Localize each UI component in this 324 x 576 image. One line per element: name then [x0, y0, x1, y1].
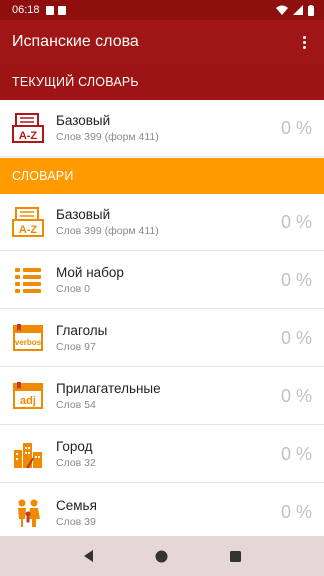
- dictionary-row-city[interactable]: Город Слов 32 0 %: [0, 426, 324, 483]
- back-triangle-icon: [83, 550, 93, 562]
- dictionary-text: Базовый Слов 399 (форм 411): [56, 206, 281, 238]
- verbos-icon: verbos: [13, 324, 43, 351]
- current-dictionary-count: Слов 399 (форм 411): [56, 131, 159, 143]
- dictionary-text: Глаголы Слов 97: [56, 322, 281, 354]
- dictionary-count: Слов 54: [56, 399, 96, 411]
- list-icon: [15, 268, 41, 293]
- dictionary-percent: 0 %: [280, 385, 312, 406]
- dictionary-text: Прилагательные Слов 54: [56, 380, 281, 412]
- a-z-icon: A-Z: [12, 113, 44, 143]
- dictionary-count: Слов 32: [56, 457, 96, 469]
- navigation-bar: [0, 536, 324, 576]
- svg-text:adj: adj: [20, 395, 36, 407]
- dictionary-name: Базовый: [56, 207, 111, 222]
- recents-square-icon: [229, 550, 241, 562]
- dictionary-count: Слов 399 (форм 411): [56, 225, 159, 237]
- home-button[interactable]: [151, 545, 173, 567]
- dictionary-row-verbs[interactable]: verbos Глаголы Слов 97 0 %: [0, 310, 324, 367]
- dictionary-percent: 0 %: [280, 269, 312, 290]
- dictionary-count: Слов 39: [56, 515, 96, 528]
- dictionary-text: Мой набор Слов 0: [56, 264, 281, 296]
- battery-icon: [308, 4, 314, 16]
- dictionary-name: Прилагательные: [56, 381, 161, 396]
- app-title: Испанские слова: [12, 33, 139, 50]
- current-dictionary-name: Базовый: [56, 113, 111, 128]
- status-bar: 06:18: [0, 0, 324, 20]
- dictionary-name: Город: [56, 439, 93, 454]
- sd-card-icon: [57, 5, 66, 15]
- family-icon: [18, 499, 40, 527]
- dictionary-row-my-set[interactable]: Мой набор Слов 0 0 %: [0, 252, 324, 309]
- home-circle-icon: [155, 550, 168, 562]
- dictionary-count: Слов 97: [56, 341, 96, 353]
- dictionary-row-family[interactable]: Семья Слов 39 0 %: [0, 484, 324, 541]
- current-dictionary-header: ТЕКУЩИЙ СЛОВАРЬ: [0, 64, 324, 100]
- dictionary-row-adjectives[interactable]: adj Прилагательные Слов 54 0 %: [0, 368, 324, 425]
- dictionary-text: Город Слов 32: [56, 438, 281, 470]
- dictionary-text: Семья Слов 39: [56, 497, 281, 529]
- dictionary-name: Мой набор: [56, 265, 124, 280]
- dictionary-count: Слов 0: [56, 283, 91, 295]
- dictionary-percent: 0 %: [280, 327, 312, 348]
- app-bar: Испанские слова: [0, 20, 324, 64]
- svg-text:A-Z: A-Z: [19, 224, 38, 236]
- dictionary-row-basic[interactable]: A-Z Базовый Слов 399 (форм 411) 0 %: [0, 194, 324, 251]
- signal-icon: [293, 5, 303, 15]
- overflow-menu-icon[interactable]: [296, 30, 312, 54]
- dictionary-name: Семья: [56, 497, 97, 513]
- current-dictionary-row[interactable]: A-Z Базовый Слов 399 (форм 411) 0 %: [0, 100, 324, 157]
- a-z-icon: A-Z: [12, 207, 44, 237]
- status-time: 06:18: [12, 4, 40, 16]
- status-icons: [276, 4, 314, 16]
- dictionary-percent: 0 %: [280, 211, 312, 232]
- current-dictionary-text: Базовый Слов 399 (форм 411): [56, 112, 281, 144]
- wifi-icon: [276, 5, 288, 15]
- dictionary-percent: 0 %: [280, 502, 312, 522]
- dictionary-name: Глаголы: [56, 323, 108, 338]
- city-icon: [14, 443, 42, 468]
- adj-icon: adj: [13, 382, 43, 409]
- screen: 06:18 Испанские слова ТЕКУЩИЙ СЛОВАРЬ A-…: [0, 0, 324, 576]
- back-button[interactable]: [78, 545, 100, 567]
- svg-text:A-Z: A-Z: [19, 130, 38, 142]
- dictionary-percent: 0 %: [280, 443, 312, 464]
- notification-a-icon: [45, 5, 54, 15]
- current-dictionary-percent: 0 %: [280, 117, 312, 138]
- svg-text:verbos: verbos: [15, 338, 42, 347]
- recents-button[interactable]: [224, 545, 246, 567]
- dictionaries-header: СЛОВАРИ: [0, 158, 324, 194]
